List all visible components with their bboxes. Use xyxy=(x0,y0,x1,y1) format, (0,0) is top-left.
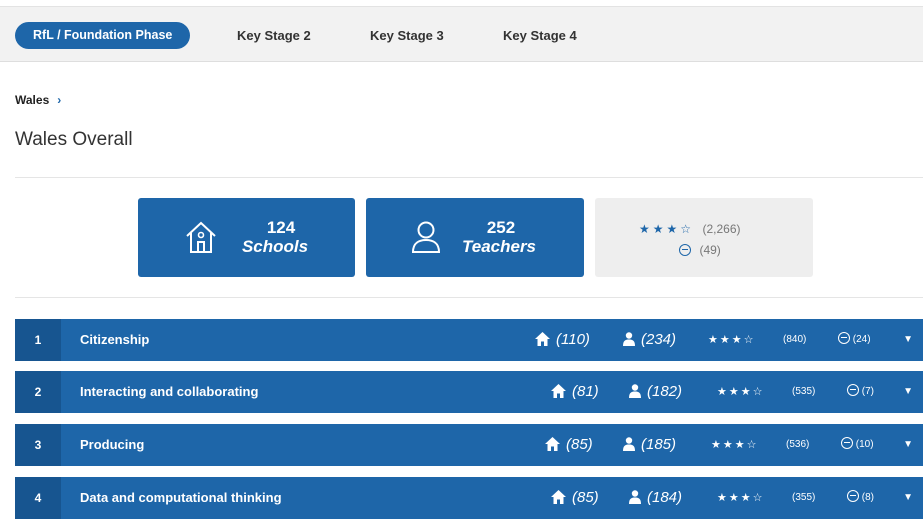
comments-count: (7) xyxy=(861,386,875,397)
row-teachers-stat: (234) xyxy=(623,319,676,361)
row-teachers-stat: (184) xyxy=(629,477,682,519)
teachers-count: (234) xyxy=(641,331,677,348)
row-schools-stat: (85) xyxy=(551,477,599,519)
row-index: 4 xyxy=(15,477,61,519)
divider xyxy=(15,297,923,298)
star-rating-icon: ★★★☆ xyxy=(711,439,759,451)
row-name: Producing xyxy=(80,437,145,452)
person-icon xyxy=(623,437,635,451)
person-icon xyxy=(411,221,441,253)
minus-circle-icon xyxy=(847,384,859,396)
schools-count: (85) xyxy=(566,436,593,453)
star-rating-icon: ★★★☆ xyxy=(717,386,765,398)
house-icon xyxy=(535,332,550,346)
breadcrumb-wales-link[interactable]: Wales xyxy=(15,93,49,107)
strand-row-producing[interactable]: 3 Producing (85) (185) ★★★☆ (536) (10) ▼ xyxy=(15,424,923,466)
strand-row-data-and-computational-thinking[interactable]: 4 Data and computational thinking (85) (… xyxy=(15,477,923,519)
star-rating-icon: ★★★☆ xyxy=(708,334,756,346)
row-index: 2 xyxy=(15,371,61,413)
row-schools-stat: (85) xyxy=(545,424,593,466)
comments-stat: (8) xyxy=(847,477,874,519)
tab-key-stage-3[interactable]: Key Stage 3 xyxy=(370,22,444,49)
house-icon xyxy=(545,437,560,451)
star-rating-icon: ★★★☆ xyxy=(717,492,765,504)
minus-circle-icon xyxy=(847,490,859,502)
comments-count: (10) xyxy=(855,439,874,450)
comments-summary: (49) xyxy=(679,241,721,259)
divider xyxy=(15,177,923,178)
breadcrumb: Wales › xyxy=(15,93,61,107)
row-name: Citizenship xyxy=(80,332,150,347)
tab-rfl-foundation-phase[interactable]: RfL / Foundation Phase xyxy=(15,22,191,49)
row-index: 3 xyxy=(15,424,61,466)
teachers-label: Teachers xyxy=(461,237,537,256)
schools-summary-card[interactable]: 124 Schools xyxy=(138,198,355,277)
reviews-count: (536) xyxy=(786,439,810,450)
expand-caret-icon[interactable]: ▼ xyxy=(903,319,913,361)
row-index: 1 xyxy=(15,319,61,361)
page-title: Wales Overall xyxy=(15,129,133,150)
comments-count: (49) xyxy=(699,243,721,257)
house-icon xyxy=(186,221,216,253)
reviews-count: (535) xyxy=(792,386,816,397)
comments-stat: (7) xyxy=(847,371,874,413)
chevron-right-icon: › xyxy=(57,93,62,107)
row-schools-stat: (81) xyxy=(551,371,599,413)
expand-caret-icon[interactable]: ▼ xyxy=(903,477,913,519)
minus-circle-icon xyxy=(679,244,691,256)
schools-count: (85) xyxy=(572,489,599,506)
tab-key-stage-2[interactable]: Key Stage 2 xyxy=(237,22,311,49)
row-teachers-stat: (185) xyxy=(623,424,676,466)
tab-key-stage-4[interactable]: Key Stage 4 xyxy=(503,22,577,49)
person-icon xyxy=(629,490,641,504)
star-rating-icon: ★★★☆ xyxy=(639,222,695,236)
key-stage-tabbar: RfL / Foundation Phase Key Stage 2 Key S… xyxy=(0,6,923,62)
minus-circle-icon xyxy=(838,332,850,344)
schools-count: (110) xyxy=(556,331,590,348)
expand-caret-icon[interactable]: ▼ xyxy=(903,424,913,466)
house-icon xyxy=(551,384,566,398)
person-icon xyxy=(623,332,635,346)
house-icon xyxy=(551,490,566,504)
row-schools-stat: (110) xyxy=(535,319,590,361)
teachers-count: (182) xyxy=(647,383,683,400)
person-icon xyxy=(629,384,641,398)
schools-count: 124 xyxy=(266,218,296,237)
teachers-count: 252 xyxy=(486,218,516,237)
overall-rating: ★★★☆ (2,266) xyxy=(639,220,741,238)
minus-circle-icon xyxy=(841,437,853,449)
reviews-count: (355) xyxy=(792,492,816,503)
reviews-count: (2,266) xyxy=(702,222,741,236)
teachers-count: (185) xyxy=(641,436,677,453)
comments-count: (8) xyxy=(861,492,875,503)
row-name: Interacting and collaborating xyxy=(80,384,259,399)
strand-row-citizenship[interactable]: 1 Citizenship (110) (234) ★★★☆ (840) (24… xyxy=(15,319,923,361)
expand-caret-icon[interactable]: ▼ xyxy=(903,371,913,413)
row-teachers-stat: (182) xyxy=(629,371,682,413)
teachers-count: (184) xyxy=(647,489,683,506)
comments-count: (24) xyxy=(852,334,871,345)
comments-stat: (24) xyxy=(838,319,871,361)
row-name: Data and computational thinking xyxy=(80,490,282,505)
schools-label: Schools xyxy=(241,237,309,256)
teachers-summary-card[interactable]: 252 Teachers xyxy=(366,198,584,277)
schools-count: (81) xyxy=(572,383,599,400)
reviews-count: (840) xyxy=(783,334,807,345)
rating-summary-card: ★★★☆ (2,266) (49) xyxy=(595,198,813,277)
strand-row-interacting-and-collaborating[interactable]: 2 Interacting and collaborating (81) (18… xyxy=(15,371,923,413)
comments-stat: (10) xyxy=(841,424,874,466)
